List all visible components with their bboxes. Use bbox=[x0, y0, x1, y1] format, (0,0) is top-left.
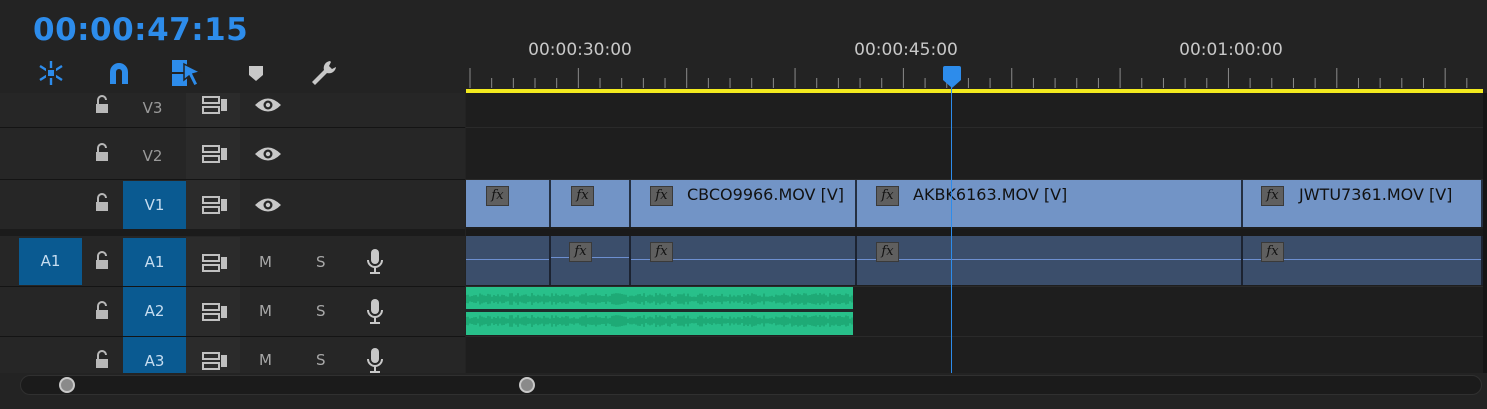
microphone-icon[interactable] bbox=[366, 248, 384, 276]
lock-icon[interactable] bbox=[94, 143, 110, 163]
audio-clip[interactable]: fx bbox=[631, 236, 857, 285]
lock-icon[interactable] bbox=[94, 251, 110, 271]
audio-clip[interactable]: fx bbox=[857, 236, 1243, 285]
eye-icon[interactable] bbox=[254, 145, 282, 163]
video-clip-jwtu7361[interactable]: fx JWTU7361.MOV [V] bbox=[1243, 180, 1483, 227]
fx-badge: fx bbox=[571, 186, 594, 206]
lock-icon[interactable] bbox=[94, 301, 110, 321]
eye-icon[interactable] bbox=[254, 196, 282, 214]
scrollbar-left-handle[interactable] bbox=[59, 377, 75, 393]
add-marker-icon[interactable] bbox=[246, 58, 276, 88]
fx-badge: fx bbox=[486, 186, 509, 206]
playhead-line[interactable] bbox=[951, 82, 952, 373]
toggle-sync-lock-icon[interactable] bbox=[202, 254, 228, 272]
toggle-sync-lock-icon[interactable] bbox=[202, 352, 228, 370]
video-clip-cbco9966[interactable]: fx CBCO9966.MOV [V] bbox=[631, 180, 857, 227]
fx-badge: fx bbox=[569, 242, 592, 262]
lock-icon[interactable] bbox=[94, 350, 110, 370]
microphone-icon[interactable] bbox=[366, 298, 384, 326]
time-ruler[interactable] bbox=[466, 66, 1487, 90]
scrollbar-right-handle[interactable] bbox=[519, 377, 535, 393]
track-headers: V3 V2 V1 A1 A1 M S A2 M S A3 M S bbox=[0, 93, 465, 373]
video-clip[interactable]: fx bbox=[466, 180, 551, 227]
fx-badge: fx bbox=[876, 186, 899, 206]
video-clip-akbk6163[interactable]: fx AKBK6163.MOV [V] bbox=[857, 180, 1243, 227]
audio-clip[interactable] bbox=[466, 236, 551, 285]
toggle-sync-lock-icon[interactable] bbox=[202, 96, 228, 114]
eye-icon[interactable] bbox=[254, 96, 282, 114]
clip-name: CBCO9966.MOV [V] bbox=[687, 185, 845, 204]
lock-icon[interactable] bbox=[94, 95, 110, 115]
playhead-handle[interactable] bbox=[942, 66, 962, 88]
wrench-icon[interactable] bbox=[308, 58, 338, 88]
vertical-scrollbar[interactable] bbox=[1483, 93, 1487, 373]
solo-button-a1[interactable]: S bbox=[316, 253, 326, 271]
solo-button-a2[interactable]: S bbox=[316, 302, 326, 320]
audio-waveform bbox=[466, 287, 853, 335]
horizontal-zoom-scrollbar[interactable] bbox=[20, 375, 1482, 395]
track-name-a1[interactable]: A1 bbox=[123, 238, 186, 286]
ruler-label-30s: 00:00:30:00 bbox=[528, 40, 632, 60]
track-name-v1[interactable]: V1 bbox=[123, 181, 186, 229]
audio-clip[interactable]: fx bbox=[551, 236, 631, 285]
audio-clip-waveform[interactable] bbox=[466, 287, 853, 335]
track-name-v3[interactable]: V3 bbox=[121, 84, 184, 132]
microphone-icon[interactable] bbox=[366, 347, 384, 375]
toggle-sync-lock-icon[interactable] bbox=[202, 145, 228, 163]
toggle-sync-lock-icon[interactable] bbox=[202, 303, 228, 321]
mute-button-a1[interactable]: M bbox=[259, 253, 272, 271]
lock-icon[interactable] bbox=[94, 193, 110, 213]
mute-button-a2[interactable]: M bbox=[259, 302, 272, 320]
current-timecode[interactable]: 00:00:47:15 bbox=[33, 12, 248, 48]
audio-clip[interactable]: fx bbox=[1243, 236, 1483, 285]
fx-badge: fx bbox=[650, 242, 673, 262]
ruler-label-45s: 00:00:45:00 bbox=[854, 40, 958, 60]
fx-badge: fx bbox=[1261, 186, 1284, 206]
solo-button-a3[interactable]: S bbox=[316, 351, 326, 369]
toggle-sync-lock-icon[interactable] bbox=[202, 196, 228, 214]
fx-badge: fx bbox=[650, 186, 673, 206]
timeline-tracks-area[interactable]: fx fx fx CBCO9966.MOV [V] fx AKBK6163.MO… bbox=[466, 93, 1487, 373]
track-name-a2[interactable]: A2 bbox=[123, 287, 186, 336]
clip-name: JWTU7361.MOV [V] bbox=[1299, 185, 1453, 204]
mute-button-a3[interactable]: M bbox=[259, 351, 272, 369]
source-patch-a1[interactable]: A1 bbox=[19, 238, 82, 285]
ruler-label-60s: 00:01:00:00 bbox=[1179, 40, 1283, 60]
snap-in-timeline-icon[interactable] bbox=[36, 58, 66, 88]
track-name-a3[interactable]: A3 bbox=[123, 337, 186, 373]
video-clip[interactable]: fx bbox=[551, 180, 631, 227]
clip-name: AKBK6163.MOV [V] bbox=[913, 185, 1068, 204]
fx-badge: fx bbox=[876, 242, 899, 262]
track-name-v2[interactable]: V2 bbox=[121, 132, 184, 180]
fx-badge: fx bbox=[1261, 242, 1284, 262]
